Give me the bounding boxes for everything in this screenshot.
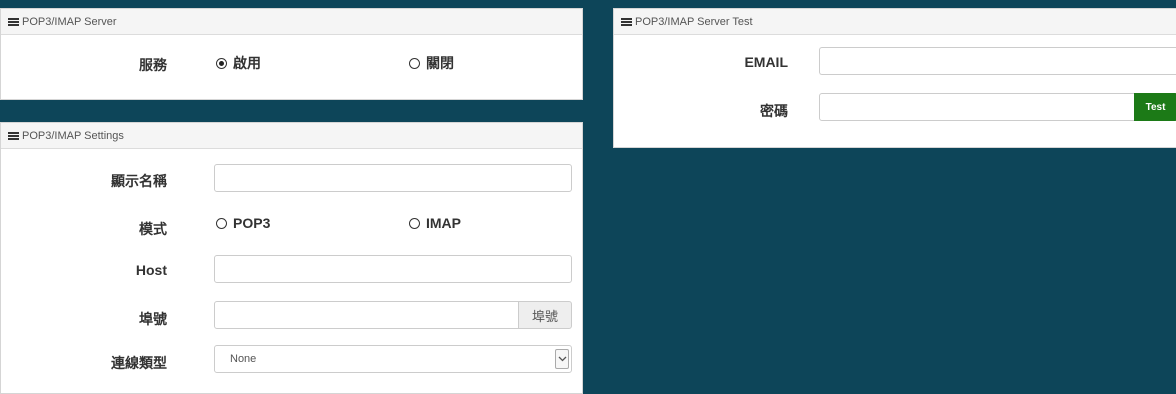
list-icon — [8, 17, 19, 26]
service-disable-radio[interactable]: 關閉 — [409, 53, 454, 73]
mode-pop3-label: POP3 — [233, 215, 271, 231]
conn-type-label: 連線類型 — [111, 355, 167, 371]
email-label: EMAIL — [744, 54, 788, 70]
radio-checked-icon — [216, 57, 227, 69]
server-panel: POP3/IMAP Server 服務 啟用 關閉 — [0, 8, 583, 100]
port-addon: 埠號 — [518, 301, 572, 329]
list-icon — [621, 17, 632, 26]
host-input[interactable] — [214, 255, 572, 283]
settings-panel-title: POP3/IMAP Settings — [22, 129, 124, 142]
test-panel-header: POP3/IMAP Server Test — [614, 9, 1176, 35]
display-name-label: 顯示名稱 — [111, 173, 167, 189]
server-panel-header: POP3/IMAP Server — [1, 9, 582, 35]
conn-type-select[interactable]: None — [214, 345, 572, 373]
display-name-input[interactable] — [214, 164, 572, 192]
service-disable-label: 關閉 — [426, 55, 454, 71]
radio-unchecked-icon — [409, 217, 420, 229]
test-panel: POP3/IMAP Server Test EMAIL 密碼 Test — [613, 8, 1176, 148]
mode-pop3-radio[interactable]: POP3 — [216, 215, 270, 231]
port-label: 埠號 — [139, 311, 167, 327]
mode-imap-radio[interactable]: IMAP — [409, 215, 461, 231]
port-input[interactable] — [214, 301, 519, 329]
host-label: Host — [135, 262, 167, 278]
email-input[interactable] — [819, 47, 1176, 75]
radio-unchecked-icon — [216, 217, 227, 229]
radio-unchecked-icon — [409, 57, 420, 69]
settings-panel-header: POP3/IMAP Settings — [1, 123, 582, 149]
test-panel-title: POP3/IMAP Server Test — [635, 15, 753, 28]
chevron-down-icon[interactable] — [555, 349, 569, 369]
password-input[interactable] — [819, 93, 1135, 121]
password-label: 密碼 — [760, 103, 788, 119]
service-enable-label: 啟用 — [233, 55, 261, 71]
server-panel-title: POP3/IMAP Server — [22, 15, 117, 28]
settings-panel: POP3/IMAP Settings 顯示名稱 模式 POP3 IMAP Hos… — [0, 122, 583, 394]
mode-label: 模式 — [139, 221, 167, 237]
conn-type-value: None — [230, 353, 257, 365]
test-button[interactable]: Test — [1134, 93, 1176, 121]
list-icon — [8, 131, 19, 140]
mode-imap-label: IMAP — [426, 215, 461, 231]
service-label: 服務 — [139, 57, 167, 73]
service-enable-radio[interactable]: 啟用 — [216, 53, 261, 73]
